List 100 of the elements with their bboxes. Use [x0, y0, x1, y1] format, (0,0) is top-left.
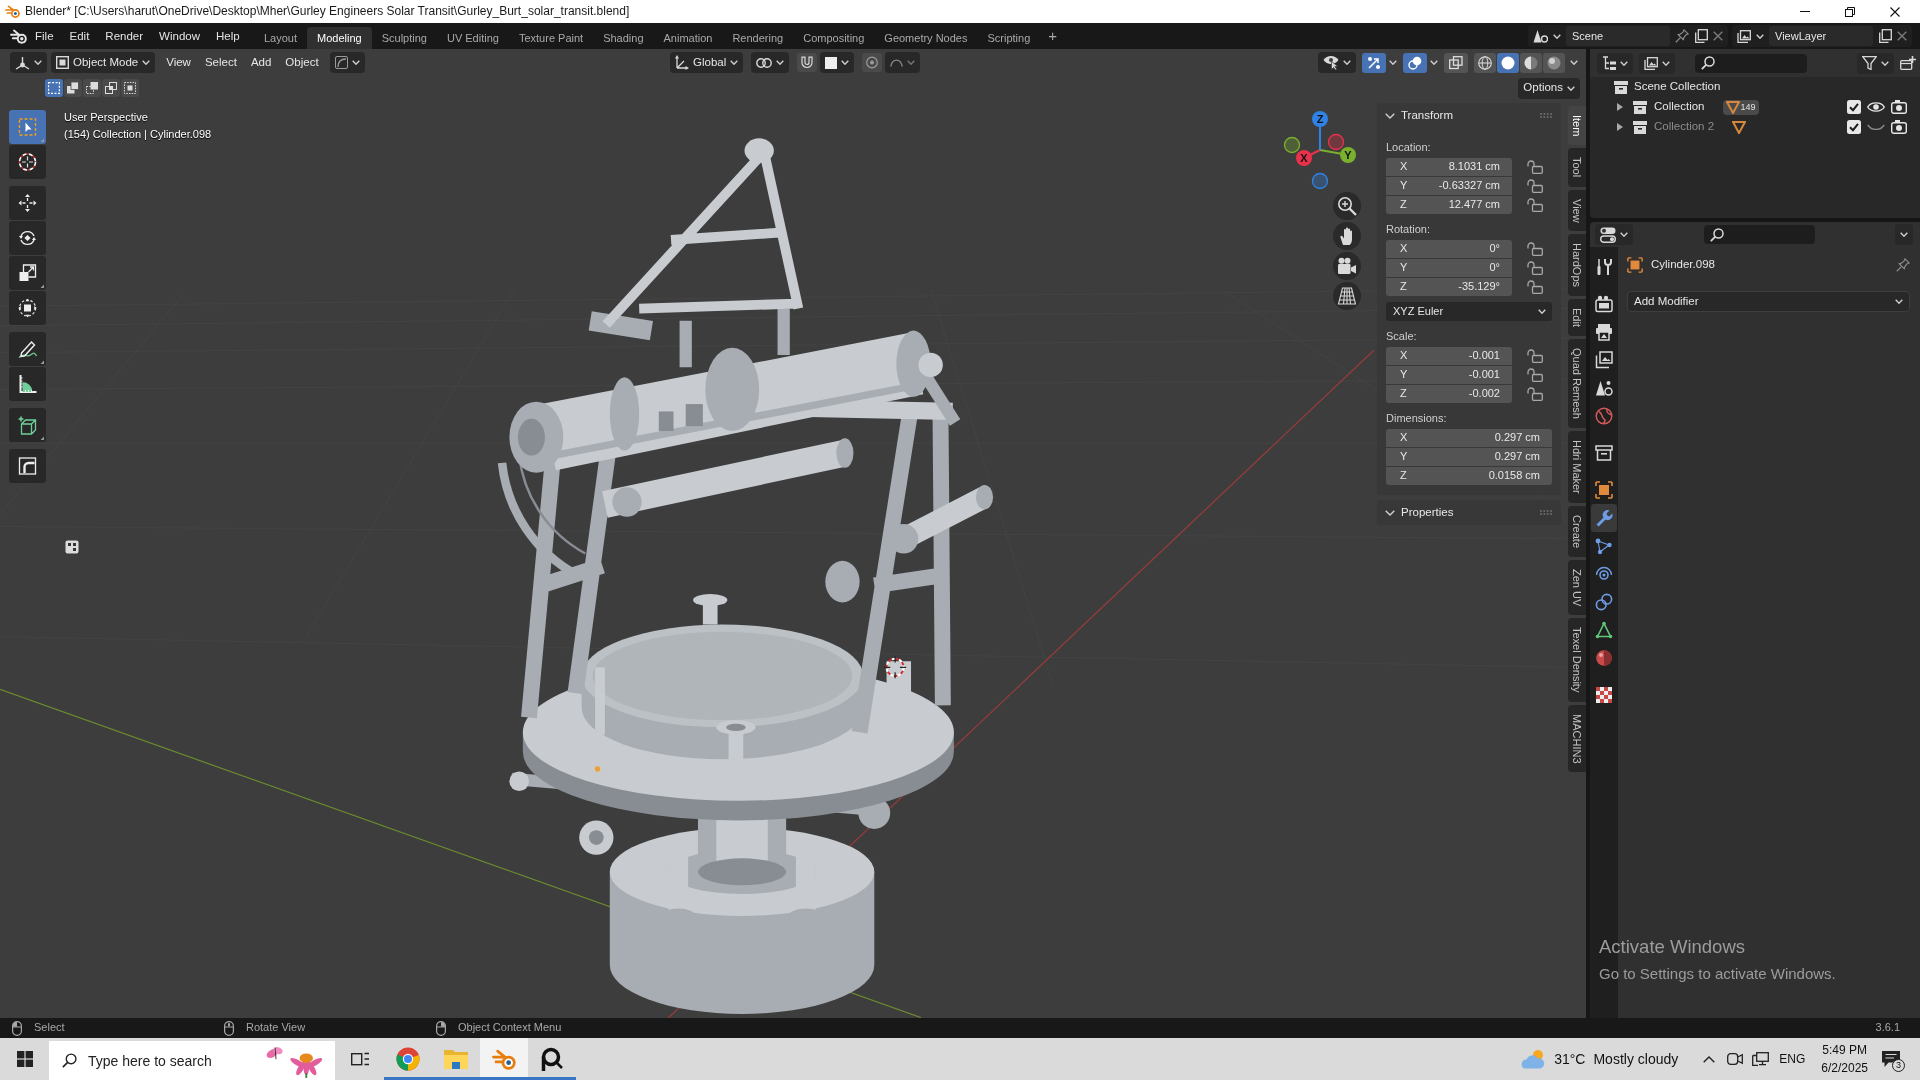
negative-axis-handle[interactable]	[1311, 172, 1329, 190]
rotate-tool-icon[interactable]	[9, 221, 46, 255]
xray-toggle-icon[interactable]	[1444, 52, 1468, 73]
menu-item[interactable]: Window	[151, 26, 208, 46]
view-layer-name-field[interactable]: ViewLayer	[1769, 26, 1873, 46]
measure-tool-icon[interactable]	[9, 367, 46, 401]
workspace-tab[interactable]: Modeling	[307, 27, 372, 49]
network-icon[interactable]	[1752, 1052, 1770, 1066]
taskbar-search-field[interactable]: Type here to search	[49, 1041, 335, 1080]
menu-item[interactable]: File	[27, 26, 62, 46]
select-intersect-icon[interactable]	[121, 79, 139, 97]
proportional-editing-icon[interactable]	[862, 53, 883, 72]
number-field[interactable]: Y -0.001	[1386, 366, 1512, 384]
collection-name[interactable]: Collection 2	[1654, 120, 1715, 134]
menu-item[interactable]: Select	[197, 55, 244, 70]
panel-title[interactable]: Transform	[1401, 108, 1453, 123]
workspace-tab[interactable]: Layout	[254, 27, 308, 49]
unlocked-padlock-icon[interactable]	[1527, 368, 1543, 382]
overlays-toggle-icon[interactable]	[1403, 52, 1427, 73]
negative-axis-handle[interactable]	[1327, 133, 1345, 151]
app-logo-icon[interactable]	[10, 28, 27, 44]
video-camera-icon[interactable]	[1727, 1052, 1744, 1066]
number-field[interactable]: Z -35.129°	[1386, 278, 1512, 296]
view-layer-dropdown[interactable]	[1639, 52, 1675, 74]
search-field[interactable]	[1695, 53, 1807, 73]
rotation-mode-dropdown[interactable]: XYZ Euler	[1386, 302, 1552, 321]
unlocked-padlock-icon[interactable]	[1527, 261, 1543, 275]
chevron-down-icon[interactable]	[1385, 509, 1395, 516]
magnet-icon[interactable]	[797, 53, 818, 72]
sidebar-tab[interactable]: Create	[1568, 506, 1586, 557]
close-icon[interactable]	[1890, 6, 1900, 17]
curve-dropdown[interactable]	[329, 52, 365, 73]
select-new-icon[interactable]	[45, 79, 63, 97]
closed-eye-icon[interactable]	[1867, 124, 1885, 130]
move-tool-icon[interactable]	[9, 186, 46, 220]
header-menu-dropdown[interactable]	[1895, 224, 1913, 245]
axis-handle[interactable]: Y	[1319, 147, 1356, 163]
sidebar-tab[interactable]: Zen UV	[1568, 560, 1586, 616]
wrench-icon[interactable]	[1591, 504, 1617, 532]
add-workspace-button[interactable]: +	[1040, 26, 1066, 46]
add-cube-tool-icon[interactable]	[9, 408, 46, 442]
menu-item[interactable]: Object	[278, 55, 326, 70]
zoom-icon[interactable]	[1333, 192, 1361, 220]
clock-time[interactable]: 5:49 PM	[1822, 1041, 1867, 1059]
number-field[interactable]: Y -0.63327 cm	[1386, 177, 1512, 195]
camera-icon[interactable]	[1891, 120, 1907, 134]
weather-condition[interactable]: Mostly cloudy	[1593, 1050, 1679, 1068]
workspace-tab[interactable]: Texture Paint	[508, 27, 594, 49]
collection-name[interactable]: Collection	[1654, 100, 1705, 114]
number-field[interactable]: Z 12.477 cm	[1386, 196, 1512, 214]
sidebar-tab[interactable]: Texel Density	[1568, 618, 1586, 702]
duplicate-icon[interactable]	[1878, 29, 1892, 43]
number-field[interactable]: X -0.001	[1386, 347, 1512, 365]
checkbox-icon[interactable]	[1847, 120, 1861, 134]
workspace-tab[interactable]: Animation	[653, 27, 723, 49]
options-dropdown[interactable]: Options	[1518, 77, 1580, 99]
menu-item[interactable]: Edit	[61, 26, 98, 46]
pivot-dropdown[interactable]	[751, 52, 790, 73]
weather-temperature[interactable]: 31°C	[1554, 1050, 1586, 1068]
workspace-tab[interactable]: Sculpting	[371, 27, 437, 49]
corner-tool-icon[interactable]	[9, 449, 46, 483]
disclosure-triangle-icon[interactable]	[1617, 123, 1623, 131]
axis-handle[interactable]: Z	[1312, 111, 1328, 151]
sidebar-tab[interactable]: Hdri Maker	[1568, 431, 1586, 503]
number-field[interactable]: Y 0.297 cm	[1386, 448, 1552, 466]
add-modifier-dropdown[interactable]: Add Modifier	[1627, 291, 1910, 312]
image-stack-icon[interactable]	[1737, 29, 1751, 43]
number-field[interactable]: X 8.1031 cm	[1386, 158, 1512, 176]
cursor-tool-icon[interactable]	[9, 145, 46, 179]
eye-icon[interactable]	[1867, 101, 1885, 113]
unlocked-padlock-icon[interactable]	[1527, 280, 1543, 294]
orientation-dropdown[interactable]: Global	[670, 52, 744, 73]
number-field[interactable]: Z 0.0158 cm	[1386, 467, 1552, 485]
workspace-tab[interactable]: Scripting	[977, 27, 1041, 49]
unlocked-padlock-icon[interactable]	[1527, 179, 1543, 193]
clock-date[interactable]: 6/2/2025	[1821, 1059, 1868, 1077]
checkbox-icon[interactable]	[1847, 100, 1861, 114]
cone-sphere-icon[interactable]	[1533, 29, 1548, 43]
scale-tool-icon[interactable]	[9, 256, 46, 290]
workspace-tab[interactable]: Shading	[593, 27, 654, 49]
falloff-dropdown[interactable]	[885, 52, 921, 73]
chevron-up-icon[interactable]	[1703, 1055, 1716, 1063]
select-subtract-icon[interactable]	[83, 79, 101, 97]
editor-type-button[interactable]	[1595, 224, 1633, 245]
new-collection-icon[interactable]	[1900, 56, 1916, 70]
restore-icon[interactable]	[1845, 6, 1855, 17]
checker-square-icon[interactable]	[65, 540, 79, 554]
pin-icon[interactable]	[1896, 258, 1910, 272]
disclosure-triangle-icon[interactable]	[1617, 103, 1623, 111]
select-invert-icon[interactable]	[102, 79, 120, 97]
3d-cursor-icon[interactable]	[883, 655, 907, 679]
sidebar-tab[interactable]: HardOps	[1568, 234, 1586, 297]
unlocked-padlock-icon[interactable]	[1527, 160, 1543, 174]
negative-axis-handle[interactable]	[1283, 136, 1301, 154]
number-field[interactable]: Z -0.002	[1386, 385, 1512, 403]
camera-icon[interactable]	[1891, 100, 1907, 114]
sidebar-tab[interactable]: Quad Remesh	[1568, 339, 1586, 429]
hand-icon[interactable]	[1333, 222, 1361, 250]
search-field[interactable]	[1704, 225, 1815, 244]
sidebar-tab[interactable]: MACHIN3	[1568, 704, 1586, 773]
